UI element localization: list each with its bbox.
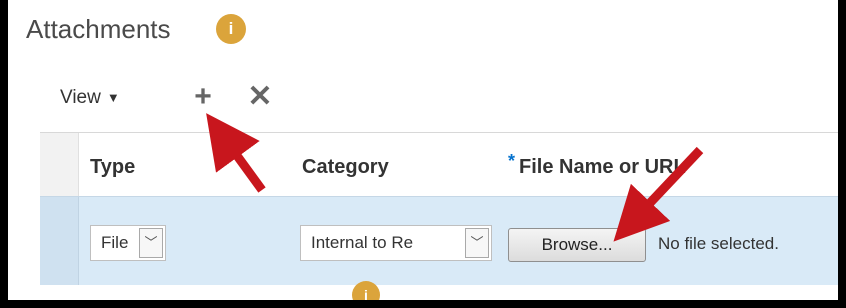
info-icon[interactable]: i	[216, 14, 246, 44]
caret-down-icon: ▼	[106, 90, 120, 106]
table-header-row: Type Category * File Name or URL	[40, 133, 838, 196]
add-icon[interactable]: +	[190, 82, 216, 112]
view-menu[interactable]: View ▼	[60, 87, 120, 109]
category-select-value: Internal to Re	[311, 233, 414, 252]
chevron-down-icon[interactable]: ﹀	[465, 228, 489, 258]
type-select-value: File	[101, 233, 129, 252]
view-menu-label: View	[60, 87, 101, 108]
column-header-file-name[interactable]: * File Name or URL	[508, 151, 686, 179]
section-title: Attachments	[26, 14, 171, 44]
required-indicator: *	[508, 151, 516, 171]
column-header-type[interactable]: Type	[90, 156, 135, 179]
row-header-cell[interactable]	[40, 197, 79, 285]
column-header-file-name-label: File Name or URL	[519, 156, 686, 178]
attachments-panel: Attachments i View ▼ + ✕ Type Category * F…	[8, 0, 838, 300]
delete-icon[interactable]: ✕	[247, 82, 273, 112]
column-header-category[interactable]: Category	[302, 156, 389, 179]
category-select[interactable]: Internal to Re ﹀	[300, 225, 492, 261]
browse-button[interactable]: Browse...	[508, 228, 646, 262]
type-select[interactable]: File ﹀	[90, 225, 166, 261]
file-status-text: No file selected.	[658, 234, 779, 253]
chevron-down-icon[interactable]: ﹀	[139, 228, 163, 258]
row-header-cell	[40, 133, 79, 196]
